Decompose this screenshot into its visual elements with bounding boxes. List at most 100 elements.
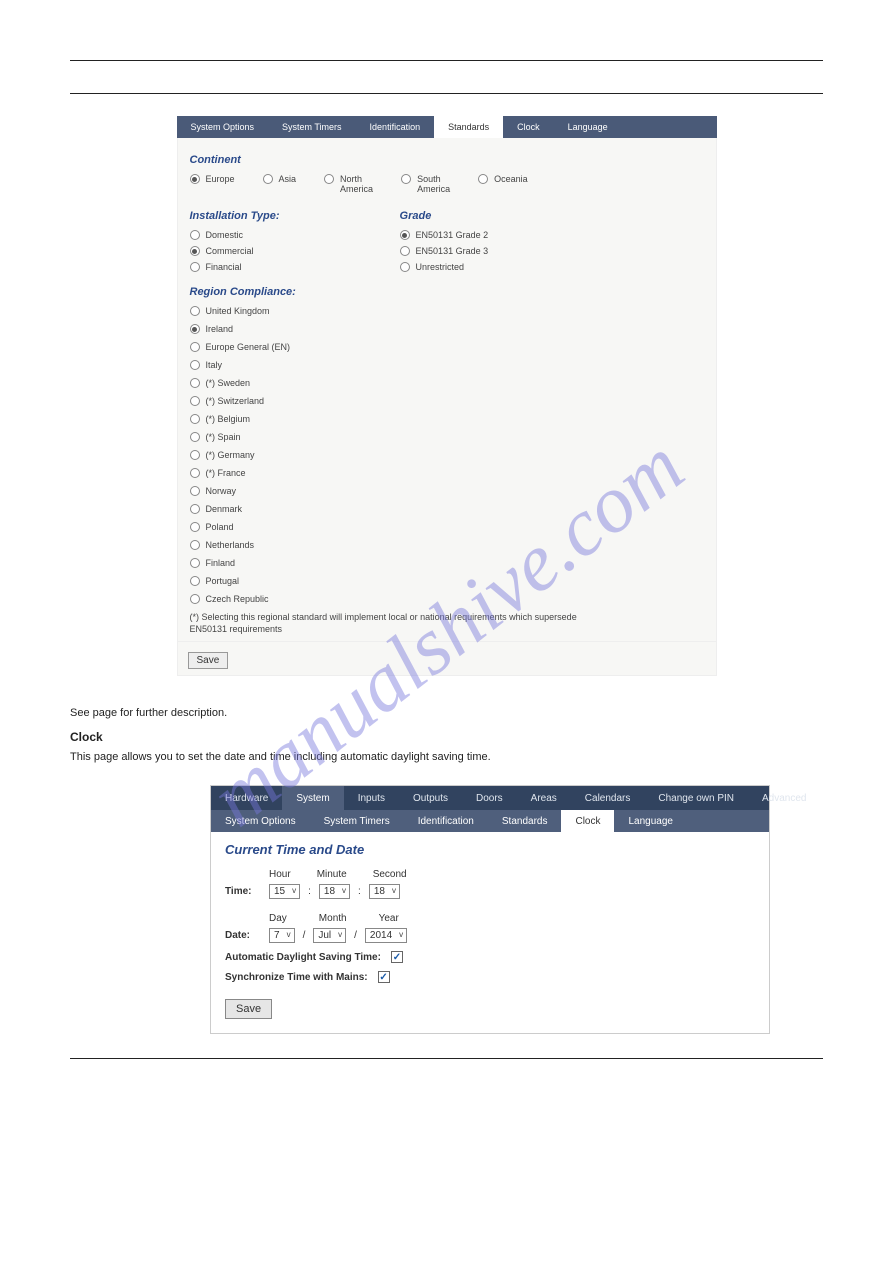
radio-region-europe[interactable]: Europe General (EN) <box>190 342 704 352</box>
radio-label: Portugal <box>206 576 240 586</box>
radio-icon <box>190 558 200 568</box>
tab-language[interactable]: Language <box>554 116 622 138</box>
see-page-text: See page for further description. <box>70 706 823 721</box>
radio-oceania[interactable]: Oceania <box>478 174 528 194</box>
slash-sep: / <box>354 930 357 941</box>
maintab-inputs[interactable]: Inputs <box>344 786 399 810</box>
subtab-system-options[interactable]: System Options <box>211 810 310 832</box>
radio-grade-3[interactable]: EN50131 Grade 3 <box>400 246 489 256</box>
radio-north-america[interactable]: North America <box>324 174 373 194</box>
subtab-identification[interactable]: Identification <box>404 810 488 832</box>
radio-region-czech[interactable]: Czech Republic <box>190 594 704 604</box>
standards-tabbar: System Options System Timers Identificat… <box>177 116 717 138</box>
radio-icon <box>190 306 200 316</box>
radio-region-germany[interactable]: (*) Germany <box>190 450 704 460</box>
time-label: Time: <box>225 886 261 897</box>
radio-icon <box>190 486 200 496</box>
month-head: Month <box>319 913 347 924</box>
radio-region-france[interactable]: (*) France <box>190 468 704 478</box>
month-select[interactable]: Jul <box>313 928 346 943</box>
radio-region-italy[interactable]: Italy <box>190 360 704 370</box>
radio-asia[interactable]: Asia <box>263 174 297 194</box>
subtab-standards[interactable]: Standards <box>488 810 562 832</box>
radio-icon <box>190 230 200 240</box>
main-tabbar: Hardware System Inputs Outputs Doors Are… <box>211 786 769 810</box>
radio-region-spain[interactable]: (*) Spain <box>190 432 704 442</box>
radio-region-ireland[interactable]: Ireland <box>190 324 704 334</box>
radio-icon <box>190 450 200 460</box>
tab-clock[interactable]: Clock <box>503 116 554 138</box>
radio-commercial[interactable]: Commercial <box>190 246 280 256</box>
day-select[interactable]: 7 <box>269 928 295 943</box>
radio-region-sweden[interactable]: (*) Sweden <box>190 378 704 388</box>
radio-financial[interactable]: Financial <box>190 262 280 272</box>
maintab-hardware[interactable]: Hardware <box>211 786 282 810</box>
radio-icon <box>190 246 200 256</box>
radio-unrestricted[interactable]: Unrestricted <box>400 262 489 272</box>
radio-label: (*) Belgium <box>206 414 251 424</box>
maintab-outputs[interactable]: Outputs <box>399 786 462 810</box>
tab-standards[interactable]: Standards <box>434 116 503 138</box>
hour-head: Hour <box>269 869 291 880</box>
radio-icon <box>190 378 200 388</box>
radio-icon <box>324 174 334 184</box>
continent-options: Europe Asia North America South America … <box>190 174 704 194</box>
tab-identification[interactable]: Identification <box>356 116 435 138</box>
subtab-clock[interactable]: Clock <box>561 810 614 832</box>
sub-tabbar: System Options System Timers Identificat… <box>211 810 769 832</box>
maintab-areas[interactable]: Areas <box>517 786 571 810</box>
hour-select[interactable]: 15 <box>269 884 300 899</box>
sync-checkbox[interactable] <box>378 971 390 983</box>
year-select[interactable]: 2014 <box>365 928 407 943</box>
subtab-system-timers[interactable]: System Timers <box>310 810 404 832</box>
save-button[interactable]: Save <box>225 999 272 1019</box>
radio-label: Commercial <box>206 246 254 256</box>
continent-heading: Continent <box>190 154 704 166</box>
radio-europe[interactable]: Europe <box>190 174 235 194</box>
maintab-change-pin[interactable]: Change own PIN <box>644 786 748 810</box>
radio-icon <box>478 174 488 184</box>
radio-label: (*) France <box>206 468 246 478</box>
radio-region-uk[interactable]: United Kingdom <box>190 306 704 316</box>
radio-region-poland[interactable]: Poland <box>190 522 704 532</box>
radio-icon <box>401 174 411 184</box>
radio-label: (*) Spain <box>206 432 241 442</box>
radio-label: EN50131 Grade 2 <box>416 230 489 240</box>
radio-label: (*) Germany <box>206 450 255 460</box>
tab-system-timers[interactable]: System Timers <box>268 116 356 138</box>
region-list: United Kingdom Ireland Europe General (E… <box>190 306 704 604</box>
radio-region-switzerland[interactable]: (*) Switzerland <box>190 396 704 406</box>
maintab-system[interactable]: System <box>282 786 343 810</box>
second-head: Second <box>373 869 407 880</box>
radio-icon <box>190 522 200 532</box>
second-select[interactable]: 18 <box>369 884 400 899</box>
colon-sep: : <box>308 886 311 897</box>
maintab-advanced[interactable]: Advanced <box>748 786 820 810</box>
tab-system-options[interactable]: System Options <box>177 116 269 138</box>
radio-grade-2[interactable]: EN50131 Grade 2 <box>400 230 489 240</box>
radio-region-finland[interactable]: Finland <box>190 558 704 568</box>
clock-heading: Clock <box>70 730 823 744</box>
radio-domestic[interactable]: Domestic <box>190 230 280 240</box>
radio-region-norway[interactable]: Norway <box>190 486 704 496</box>
radio-region-denmark[interactable]: Denmark <box>190 504 704 514</box>
clock-description: This page allows you to set the date and… <box>70 750 823 765</box>
grade-heading: Grade <box>400 210 489 222</box>
radio-label: (*) Sweden <box>206 378 251 388</box>
maintab-doors[interactable]: Doors <box>462 786 517 810</box>
adst-checkbox[interactable] <box>391 951 403 963</box>
minute-head: Minute <box>317 869 347 880</box>
maintab-calendars[interactable]: Calendars <box>571 786 645 810</box>
radio-region-portugal[interactable]: Portugal <box>190 576 704 586</box>
save-button[interactable]: Save <box>188 652 229 669</box>
subtab-language[interactable]: Language <box>614 810 687 832</box>
clock-panel: Hardware System Inputs Outputs Doors Are… <box>210 785 770 1034</box>
radio-south-america[interactable]: South America <box>401 174 450 194</box>
radio-icon <box>190 324 200 334</box>
radio-region-belgium[interactable]: (*) Belgium <box>190 414 704 424</box>
radio-label: Norway <box>206 486 237 496</box>
minute-select[interactable]: 18 <box>319 884 350 899</box>
radio-label: Finland <box>206 558 236 568</box>
radio-label: Denmark <box>206 504 243 514</box>
radio-region-netherlands[interactable]: Netherlands <box>190 540 704 550</box>
